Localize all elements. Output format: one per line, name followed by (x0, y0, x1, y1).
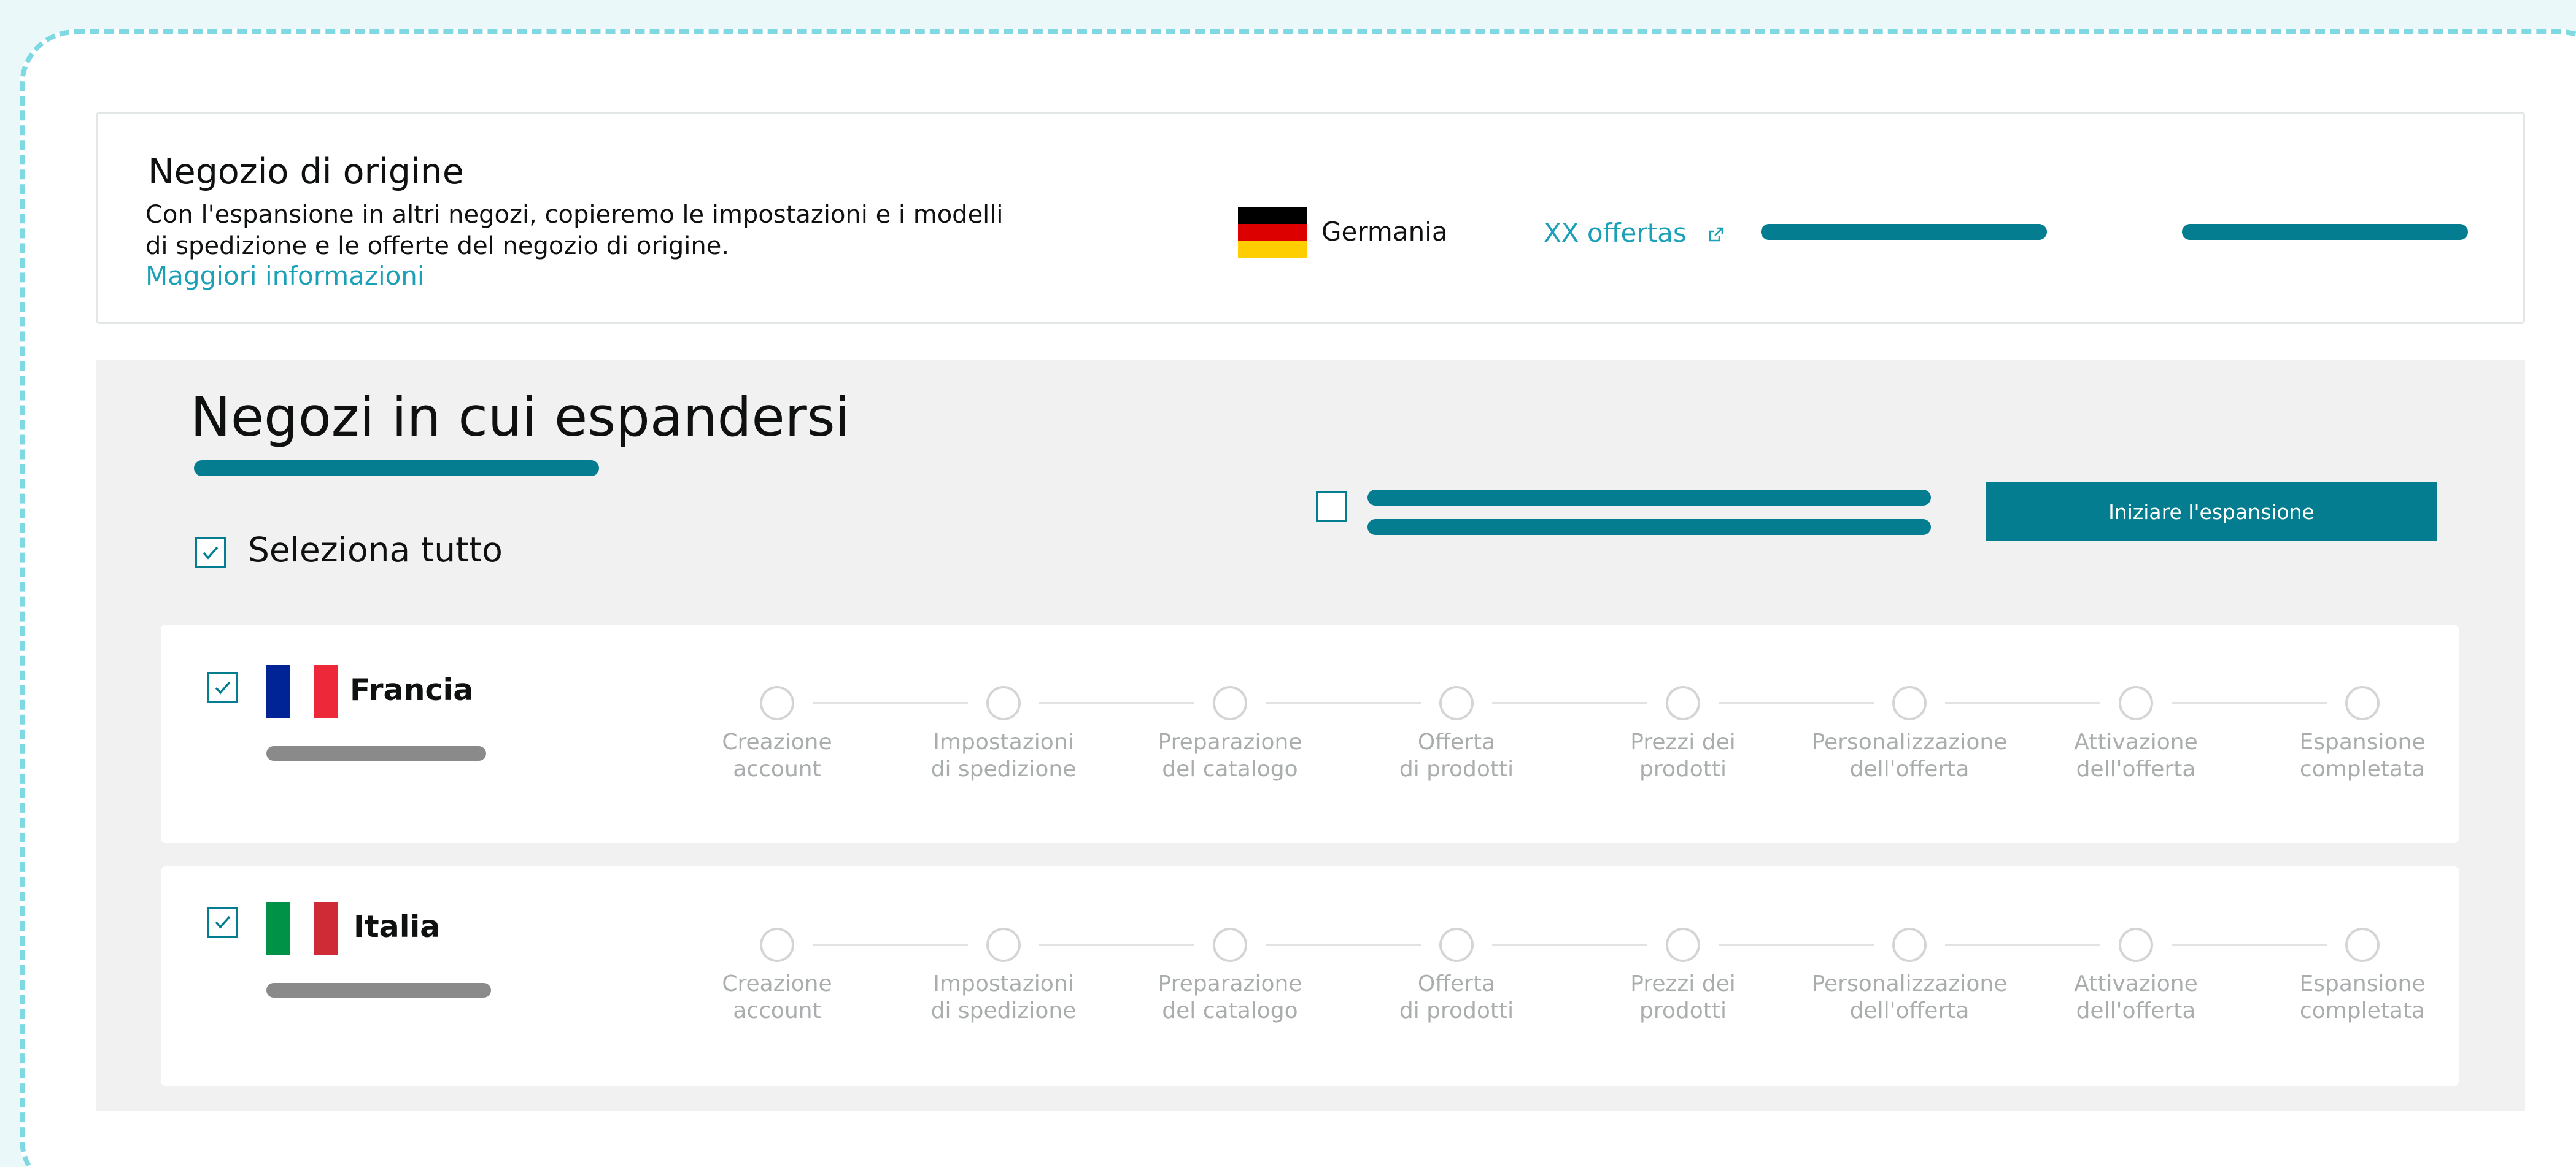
step-circle (1213, 928, 1247, 962)
step-label: Preparazione del catalogo (1158, 971, 1302, 1023)
step-circle (760, 928, 794, 962)
step-circle (760, 686, 794, 720)
origin-store-title: Negozio di origine (148, 152, 465, 192)
step-connector (1039, 944, 1194, 946)
start-expansion-button[interactable]: Iniziare l'espansione (1986, 482, 2437, 541)
step-label: Creazione account (722, 971, 832, 1023)
step-circle (1439, 686, 1474, 720)
checkmark-icon (203, 546, 219, 560)
step-circle (2345, 686, 2380, 720)
expansion-panel: Negozi in cui espandersi Seleziona tutto… (96, 360, 2525, 1111)
placeholder-bar (2182, 224, 2468, 240)
select-all-label: Seleziona tutto (248, 530, 503, 569)
external-link-icon (1707, 220, 1725, 250)
step-circle (1892, 686, 1927, 720)
step-circle (1439, 928, 1474, 962)
step-label: Personalizzazione dell'offerta (1811, 730, 2008, 782)
origin-store-description: Con l'espansione in altri negozi, copier… (145, 201, 1004, 260)
step-label: Attivazione dell'offerta (2074, 971, 2198, 1023)
step-connector (813, 944, 968, 946)
country-status-bar (266, 983, 491, 998)
step-connector (2172, 702, 2327, 704)
country-status-bar (266, 746, 486, 761)
step-connector (1266, 944, 1421, 946)
option-label-bar (1367, 490, 1931, 506)
step-circle (1666, 928, 1700, 962)
step-label: Impostazioni di spedizione (930, 730, 1077, 782)
step-circle (1213, 686, 1247, 720)
step-label: Prezzi dei prodotti (1630, 730, 1736, 782)
step-label: Offerta di prodotti (1399, 971, 1514, 1023)
option-checkbox[interactable] (1316, 491, 1347, 522)
step-circle (2119, 928, 2153, 962)
step-connector (1266, 702, 1421, 704)
offers-link[interactable]: XX offertas (1544, 218, 1725, 250)
checkmark-icon (215, 915, 231, 929)
step-label: Offerta di prodotti (1399, 730, 1514, 782)
step-label: Espansione completata (2299, 971, 2426, 1023)
france-flag-icon (266, 665, 338, 718)
origin-store-card: Negozio di origine Con l'espansione in a… (96, 112, 2525, 324)
country-card-italia: Italia Creazione account Impostazioni di sp… (161, 866, 2459, 1086)
step-connector (1945, 702, 2100, 704)
italy-flag-icon (266, 902, 338, 955)
step-label: Attivazione dell'offerta (2074, 730, 2198, 782)
checkmark-icon (215, 681, 231, 695)
step-label: Impostazioni di spedizione (930, 971, 1077, 1023)
step-label: Preparazione del catalogo (1158, 730, 1302, 782)
origin-country-name: Germania (1321, 217, 1448, 247)
step-circle (2345, 928, 2380, 962)
step-connector (813, 702, 968, 704)
country-checkbox-francia[interactable] (207, 672, 238, 703)
germany-flag-icon (1238, 207, 1307, 258)
step-label: Prezzi dei prodotti (1630, 971, 1736, 1023)
expansion-title: Negozi in cui espandersi (190, 385, 851, 449)
step-circle (2119, 686, 2153, 720)
step-connector (1492, 702, 1647, 704)
step-label: Espansione completata (2299, 730, 2426, 782)
country-card-francia: Francia Creazione account Impostazioni di s… (161, 625, 2459, 843)
select-all-checkbox[interactable] (195, 537, 226, 568)
step-circle (1666, 686, 1700, 720)
option-label-bar (1367, 519, 1931, 535)
step-circle (986, 686, 1021, 720)
step-circle (986, 928, 1021, 962)
title-underline-bar (194, 460, 599, 476)
offers-link-label: XX offertas (1544, 218, 1687, 248)
country-checkbox-italia[interactable] (207, 907, 238, 938)
step-connector (1719, 944, 1874, 946)
step-connector (1719, 702, 1874, 704)
step-circle (1892, 928, 1927, 962)
step-connector (2172, 944, 2327, 946)
step-connector (1945, 944, 2100, 946)
step-label: Personalizzazione dell'offerta (1811, 971, 2008, 1023)
learn-more-link[interactable]: Maggiori informazioni (145, 261, 425, 291)
step-connector (1492, 944, 1647, 946)
placeholder-bar (1761, 224, 2047, 240)
step-connector (1039, 702, 1194, 704)
country-name-francia: Francia (350, 672, 474, 707)
country-name-italia: Italia (354, 909, 441, 944)
step-label: Creazione account (722, 730, 832, 782)
